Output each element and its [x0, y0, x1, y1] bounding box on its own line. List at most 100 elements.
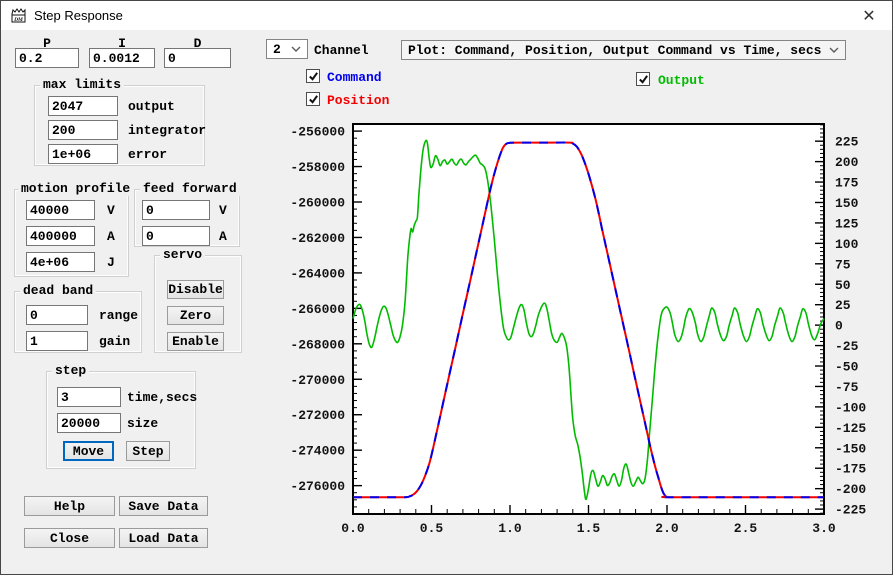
svg-text:175: 175 — [835, 176, 859, 191]
field-label: V — [219, 203, 227, 218]
command-checkbox[interactable] — [306, 69, 320, 83]
group-title: step — [52, 364, 90, 378]
svg-text:0.5: 0.5 — [420, 521, 444, 536]
svg-text:-125: -125 — [835, 421, 866, 436]
check-icon — [638, 74, 648, 84]
zero-button[interactable]: Zero — [167, 306, 224, 325]
group-title: max limits — [40, 78, 125, 92]
servo-group: servo Disable Zero Enable — [154, 248, 242, 353]
svg-text:-225: -225 — [835, 503, 866, 518]
max-integrator-field[interactable] — [48, 120, 118, 140]
field-label: A — [107, 229, 115, 244]
max-error-field[interactable] — [48, 144, 118, 164]
jerk-field[interactable] — [26, 252, 95, 272]
plot-type-select[interactable]: Plot: Command, Position, Output Command … — [401, 40, 846, 60]
svg-text:75: 75 — [835, 257, 851, 272]
title-bar: DM Step Response ✕ — [1, 1, 892, 30]
motion-profile-group: motion profile V A J — [14, 182, 134, 277]
field-label: time,secs — [127, 390, 198, 405]
step-size-field[interactable] — [57, 413, 121, 433]
group-title: servo — [160, 248, 206, 262]
dead-band-group: dead band range gain — [14, 284, 142, 353]
svg-text:100: 100 — [835, 237, 859, 252]
command-checkbox-label: Command — [327, 70, 382, 85]
svg-text:2.0: 2.0 — [655, 521, 679, 536]
svg-text:50: 50 — [835, 278, 851, 293]
check-icon — [308, 94, 318, 104]
group-title: motion profile — [18, 182, 134, 196]
step-time-field[interactable] — [57, 387, 121, 407]
field-label: integrator — [128, 123, 207, 138]
position-checkbox[interactable] — [306, 92, 320, 106]
svg-text:150: 150 — [835, 196, 859, 211]
step-response-window: DM Step Response ✕ P I D 2 Channel Plot:… — [0, 0, 893, 575]
ff-velocity-field[interactable] — [142, 200, 210, 220]
svg-text:-150: -150 — [835, 441, 866, 456]
app-icon: DM — [11, 8, 26, 23]
close-button[interactable]: Close — [24, 528, 115, 548]
max-output-field[interactable] — [48, 96, 118, 116]
svg-text:200: 200 — [835, 155, 859, 170]
svg-text:-200: -200 — [835, 482, 866, 497]
position-checkbox-label: Position — [327, 93, 390, 108]
svg-text:225: 225 — [835, 135, 859, 150]
output-checkbox-label: Output — [658, 73, 705, 88]
svg-text:-256000: -256000 — [290, 125, 345, 140]
svg-text:1.0: 1.0 — [498, 521, 522, 536]
move-button[interactable]: Move — [63, 441, 114, 461]
svg-text:-25: -25 — [835, 339, 859, 354]
i-field[interactable] — [89, 48, 155, 68]
channel-label: Channel — [314, 43, 369, 58]
svg-text:-266000: -266000 — [290, 302, 345, 317]
svg-text:0: 0 — [835, 319, 843, 334]
disable-button[interactable]: Disable — [167, 280, 224, 299]
svg-text:-260000: -260000 — [290, 196, 345, 211]
d-field[interactable] — [164, 48, 231, 68]
p-field[interactable] — [15, 48, 79, 68]
close-icon[interactable]: ✕ — [846, 1, 892, 30]
field-label: gain — [99, 334, 131, 349]
svg-text:2.5: 2.5 — [734, 521, 758, 536]
ff-acceleration-field[interactable] — [142, 226, 210, 246]
chevron-down-icon — [829, 47, 839, 53]
save-data-button[interactable]: Save Data — [119, 496, 208, 516]
field-label: size — [127, 416, 159, 431]
svg-text:-276000: -276000 — [290, 479, 345, 494]
field-label: output — [128, 99, 175, 114]
svg-text:-268000: -268000 — [290, 337, 345, 352]
help-button[interactable]: Help — [24, 496, 115, 516]
field-label: J — [107, 255, 115, 270]
svg-text:-272000: -272000 — [290, 408, 345, 423]
channel-select[interactable]: 2 — [266, 39, 308, 59]
window-title: Step Response — [34, 8, 123, 23]
svg-text:DM: DM — [13, 17, 24, 23]
svg-text:0.0: 0.0 — [341, 521, 365, 536]
svg-text:-274000: -274000 — [290, 444, 345, 459]
output-checkbox[interactable] — [636, 72, 650, 86]
enable-button[interactable]: Enable — [167, 332, 224, 351]
field-label: A — [219, 229, 227, 244]
svg-text:-262000: -262000 — [290, 231, 345, 246]
step-button[interactable]: Step — [126, 441, 170, 461]
check-icon — [308, 71, 318, 81]
svg-text:-264000: -264000 — [290, 266, 345, 281]
svg-text:125: 125 — [835, 216, 859, 231]
field-label: error — [128, 147, 168, 162]
field-label: V — [107, 203, 115, 218]
svg-text:-258000: -258000 — [290, 160, 345, 175]
velocity-field[interactable] — [26, 200, 95, 220]
load-data-button[interactable]: Load Data — [119, 528, 208, 548]
step-group: step time,secs size Move Step — [46, 364, 198, 469]
group-title: dead band — [20, 284, 97, 298]
chevron-down-icon — [291, 46, 301, 52]
svg-text:-175: -175 — [835, 462, 866, 477]
gain-field[interactable] — [26, 331, 88, 351]
svg-text:25: 25 — [835, 298, 851, 313]
field-label: range — [99, 308, 139, 323]
svg-text:1.5: 1.5 — [577, 521, 601, 536]
range-field[interactable] — [26, 305, 88, 325]
acceleration-field[interactable] — [26, 226, 95, 246]
group-title: feed forward — [140, 182, 240, 196]
feed-forward-group: feed forward V A — [134, 182, 240, 247]
svg-text:-75: -75 — [835, 380, 859, 395]
